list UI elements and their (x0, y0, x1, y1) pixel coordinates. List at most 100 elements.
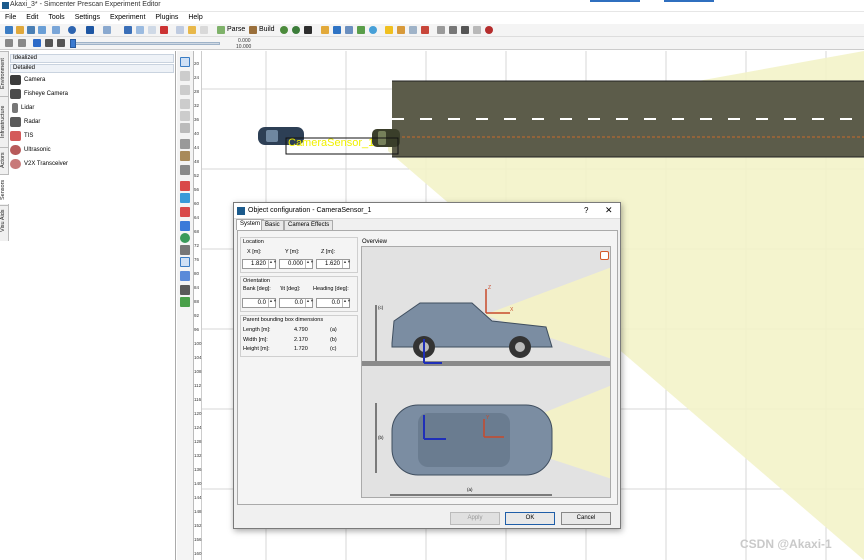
heading-field[interactable]: 0.0 ▲▼ (316, 298, 351, 308)
record-icon[interactable] (485, 26, 493, 34)
view-tool-icon[interactable] (180, 257, 190, 267)
copy-icon[interactable] (136, 26, 144, 34)
tilt-field[interactable]: 0.0 ▲▼ (279, 298, 314, 308)
print-icon[interactable] (52, 26, 60, 34)
zoom-in-icon[interactable] (180, 71, 190, 81)
menu-experiment[interactable]: Experiment (105, 13, 150, 24)
play-icon[interactable] (33, 39, 41, 47)
apply-button[interactable]: Apply (450, 512, 500, 525)
timeline-slider[interactable] (72, 42, 220, 45)
list-icon[interactable] (345, 26, 353, 34)
step-back-icon[interactable] (5, 39, 13, 47)
help-icon[interactable] (68, 26, 76, 34)
pan-icon[interactable] (180, 123, 190, 133)
location-z-field[interactable]: 1.620 ▲▼ (316, 259, 351, 269)
redo-icon[interactable] (103, 26, 111, 34)
menu-file[interactable]: File (0, 13, 21, 24)
group-icon[interactable] (180, 271, 190, 281)
cancel-button[interactable]: Cancel (561, 512, 611, 525)
zoom-window-icon[interactable] (180, 99, 190, 109)
tab-environment[interactable]: Environment (0, 51, 9, 95)
library-item-lidar[interactable]: Lidar (10, 101, 34, 115)
mode-idealized[interactable]: Idealized (10, 54, 174, 63)
settings-icon[interactable] (18, 39, 26, 47)
road-icon[interactable] (321, 26, 329, 34)
ok-button[interactable]: OK (505, 512, 555, 525)
library-item-v2x-transceiver[interactable]: V2X Transceiver (10, 157, 68, 171)
dialog-help-button[interactable]: ? (584, 206, 588, 215)
light-icon[interactable] (397, 26, 405, 34)
library-item-camera[interactable]: Camera (10, 73, 45, 87)
spinner-icon[interactable]: ▲▼ (342, 260, 351, 268)
traffic-icon[interactable] (180, 297, 190, 307)
menu-edit[interactable]: Edit (21, 13, 43, 24)
cylinder-icon[interactable] (461, 26, 469, 34)
spinner-icon[interactable]: ▲▼ (305, 260, 314, 268)
parse-icon[interactable] (217, 26, 225, 34)
library-item-fisheye-camera[interactable]: Fisheye Camera (10, 87, 68, 101)
weather-icon[interactable] (369, 26, 377, 34)
cut-icon[interactable] (124, 26, 132, 34)
measure-icon[interactable] (180, 139, 190, 149)
tab-actors[interactable]: Actors (0, 147, 9, 173)
location-y-field[interactable]: 0.000 ▲▼ (279, 259, 314, 269)
grid-icon[interactable] (176, 26, 184, 34)
globe-tool-icon[interactable] (180, 233, 190, 243)
menu-tools[interactable]: Tools (43, 13, 69, 24)
new-icon[interactable] (5, 26, 13, 34)
spinner-icon[interactable]: ▲▼ (268, 299, 277, 307)
build-button[interactable]: Build (259, 26, 275, 33)
map-icon[interactable] (357, 26, 365, 34)
undo-icon[interactable] (86, 26, 94, 34)
tab-system[interactable]: System (236, 219, 265, 230)
bank-field[interactable]: 0.0 ▲▼ (242, 298, 277, 308)
spinner-icon[interactable]: ▲▼ (342, 299, 351, 307)
pen-icon[interactable] (200, 26, 208, 34)
box-icon[interactable] (437, 26, 445, 34)
dialog-close-button[interactable]: ✕ (605, 205, 613, 216)
viewer-icon[interactable] (304, 26, 312, 34)
tab-sensors[interactable]: Sensors (0, 174, 9, 204)
mode-detailed[interactable]: Detailed (10, 64, 174, 73)
spinner-icon[interactable]: ▲▼ (305, 299, 314, 307)
select-icon[interactable] (180, 57, 190, 67)
library-item-ultrasonic[interactable]: Ultrasonic (10, 143, 51, 157)
camera-tool-icon[interactable] (180, 245, 190, 255)
timeline-slider-knob[interactable] (70, 39, 76, 48)
terrain-icon[interactable] (409, 26, 417, 34)
spinner-icon[interactable]: ▲▼ (268, 260, 277, 268)
build-icon[interactable] (249, 26, 257, 34)
tab-camera-effects[interactable]: Camera Effects (284, 220, 334, 230)
pause-icon[interactable] (45, 39, 53, 47)
menu-settings[interactable]: Settings (70, 13, 105, 24)
star-icon[interactable] (385, 26, 393, 34)
speaker-icon[interactable] (600, 251, 609, 260)
menu-help[interactable]: Help (183, 13, 207, 24)
world-view-icon[interactable] (292, 26, 300, 34)
paste-icon[interactable] (148, 26, 156, 34)
stop-icon[interactable] (57, 39, 65, 47)
connect-icon[interactable] (180, 181, 190, 191)
key-icon[interactable] (188, 26, 196, 34)
tab-basic[interactable]: Basic (261, 220, 284, 230)
delete-icon[interactable] (160, 26, 168, 34)
zoom-fit-icon[interactable] (180, 111, 190, 121)
save-all-icon[interactable] (38, 26, 46, 34)
cube-icon[interactable] (473, 26, 481, 34)
layer-icon[interactable] (180, 285, 190, 295)
tab-visu-aids[interactable]: Visu Aids (0, 205, 9, 235)
location-x-field[interactable]: 1.820 ▲▼ (242, 259, 277, 269)
save-icon[interactable] (27, 26, 35, 34)
chart-icon[interactable] (421, 26, 429, 34)
trajectory-icon[interactable] (180, 207, 190, 217)
curve-icon[interactable] (180, 165, 190, 175)
link-icon[interactable] (180, 193, 190, 203)
library-item-tis[interactable]: TIS (10, 129, 33, 143)
tab-infrastructure[interactable]: Infrastructure (0, 96, 9, 146)
open-icon[interactable] (16, 26, 24, 34)
sphere-icon[interactable] (449, 26, 457, 34)
parse-button[interactable]: Parse (227, 26, 245, 33)
library-item-radar[interactable]: Radar (10, 115, 40, 129)
zoom-out-icon[interactable] (180, 85, 190, 95)
menu-plugins[interactable]: Plugins (150, 13, 183, 24)
